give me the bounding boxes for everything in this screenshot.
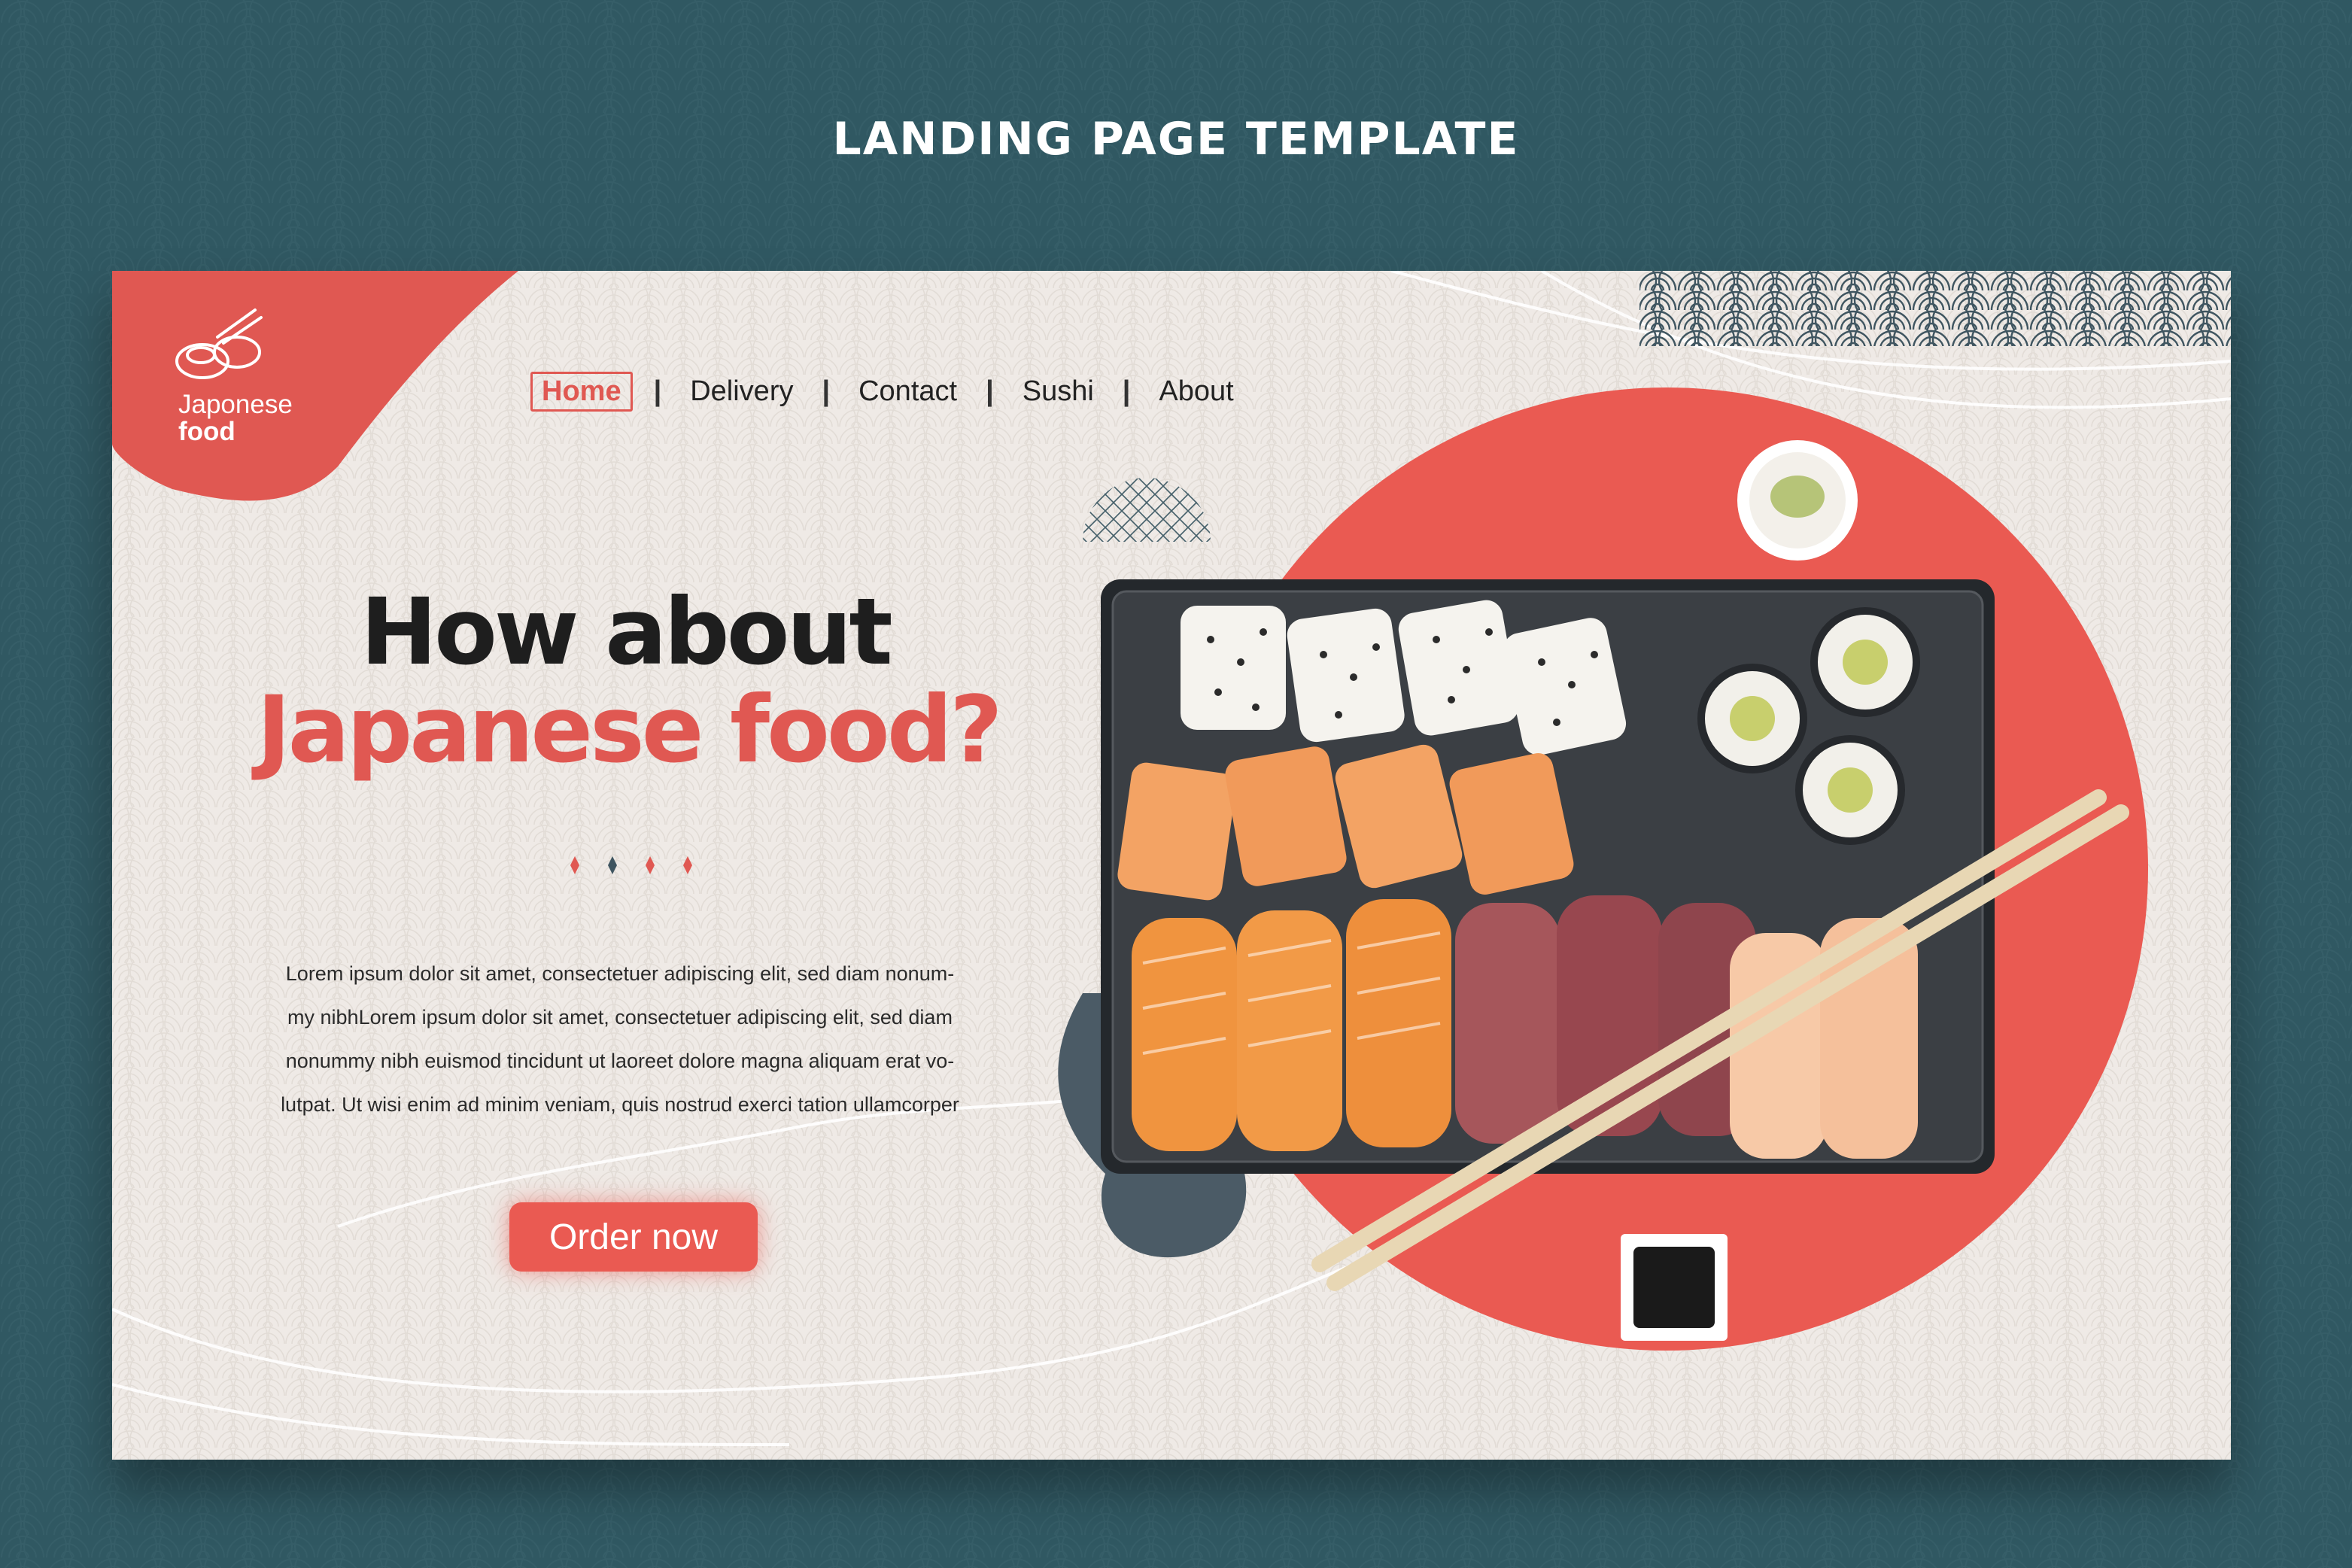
body-line: my nibhLorem ipsum dolor sit amet, conse… [287,1006,953,1029]
hero-body-text: Lorem ipsum dolor sit amet, consectetuer… [232,952,1007,1126]
nav-separator: | [1122,375,1131,407]
landing-page-card: Japonese food Home | Delivery | Contact … [112,271,2231,1460]
nav-separator: | [822,375,831,407]
soy-sauce-dish [1621,1234,1728,1341]
nav-separator: | [653,375,662,407]
sushi-tray-image [1101,579,1995,1174]
wasabi-dish [1737,440,1858,561]
headline-line2: Japanese food? [257,676,1003,783]
nav-item-home[interactable]: Home [530,372,633,412]
nav-item-contact[interactable]: Contact [851,372,965,411]
main-nav: Home | Delivery | Contact | Sushi | Abou… [530,372,1241,412]
nav-item-about[interactable]: About [1151,372,1241,411]
nav-item-sushi[interactable]: Sushi [1015,372,1102,411]
card-decoration [112,271,2231,1460]
page-heading: LANDING PAGE TEMPLATE [832,113,1520,166]
body-line: lutpat. Ut wisi enim ad minim veniam, qu… [281,1093,959,1116]
nav-separator: | [986,375,994,407]
logo-line1: Japonese [178,390,293,419]
logo-line2: food [178,417,236,446]
logo[interactable]: Japonese food [178,391,293,445]
headline-line1: How about [360,579,893,685]
body-line: nonummy nibh euismod tincidunt ut laoree… [285,1050,955,1072]
order-now-button[interactable]: Order now [509,1202,758,1272]
nav-item-delivery[interactable]: Delivery [682,372,801,411]
diamond-divider [570,856,692,874]
body-line: Lorem ipsum dolor sit amet, consectetuer… [285,962,955,985]
